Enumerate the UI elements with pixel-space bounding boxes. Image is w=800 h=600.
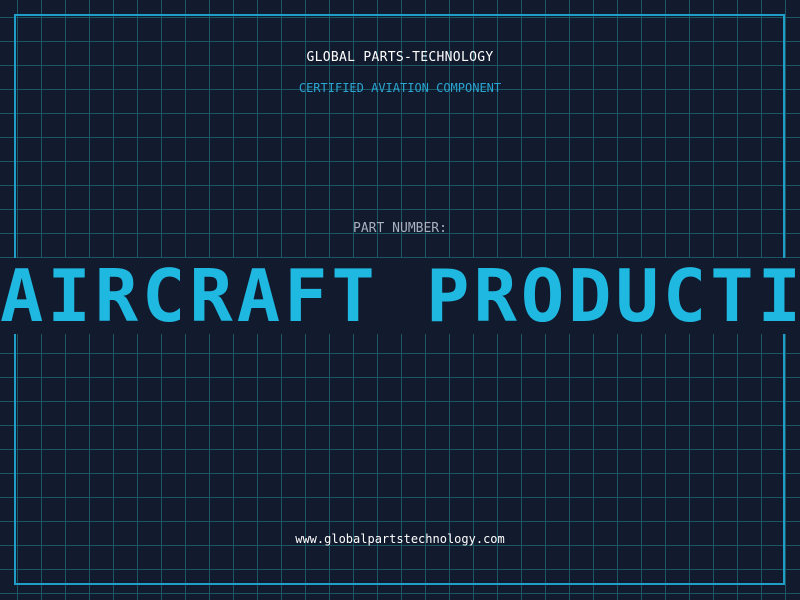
part-number-label: PART NUMBER: bbox=[353, 221, 447, 236]
company-name: GLOBAL PARTS-TECHNOLOGY bbox=[306, 50, 494, 65]
product-label-page: { "header": { "company": "GLOBAL PARTS-T… bbox=[0, 0, 800, 600]
certification-tagline: CERTIFIED AVIATION COMPONENT bbox=[298, 81, 502, 95]
website-url: www.globalpartstechnology.com bbox=[295, 532, 505, 546]
part-number-value: AIRCRAFT PRODUCTION bbox=[0, 258, 800, 334]
part-number-band: AIRCRAFT PRODUCTION bbox=[0, 258, 800, 334]
